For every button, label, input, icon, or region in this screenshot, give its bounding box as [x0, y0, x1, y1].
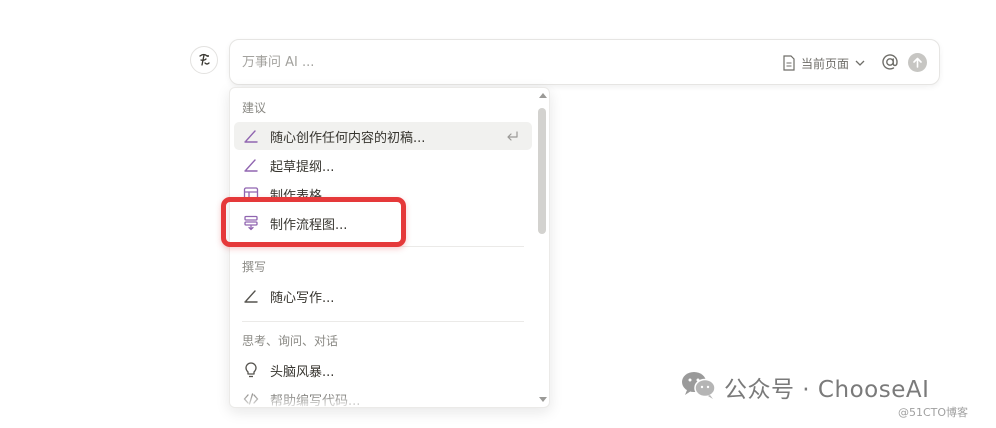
- notion-ai-face-icon: [199, 53, 210, 66]
- menu-scrollbar[interactable]: [535, 88, 549, 407]
- section-title-suggestions: 建议: [242, 101, 267, 115]
- mention-button[interactable]: [880, 52, 900, 72]
- ai-prompt-bar: 当前页面: [229, 39, 940, 85]
- scroll-down-arrow-icon[interactable]: [539, 397, 547, 402]
- ai-suggestion-menu: 建议 随心创作任何内容的初稿... 起草提纲... 制作表格... 制作流程图.…: [229, 87, 550, 408]
- wechat-logo-icon: [680, 370, 718, 400]
- menu-item-draft-outline[interactable]: 起草提纲...: [234, 151, 532, 179]
- ai-prompt-input[interactable]: [242, 52, 662, 72]
- scrollbar-thumb[interactable]: [538, 108, 546, 234]
- enter-return-icon: [507, 131, 518, 141]
- menu-item-brainstorm[interactable]: 头脑风暴...: [234, 356, 532, 384]
- watermark-text: 公众号 · ChooseAI: [724, 377, 930, 403]
- highlight-annotation: [221, 197, 406, 247]
- section-title-write: 撰写: [242, 260, 267, 274]
- code-icon: [242, 390, 260, 407]
- section-title-think: 思考、询问、对话: [242, 334, 339, 348]
- lightbulb-icon: [242, 361, 260, 379]
- menu-divider: [242, 321, 524, 322]
- chevron-down-icon: [855, 60, 865, 66]
- menu-item-help-code[interactable]: 帮助编写代码...: [234, 385, 532, 407]
- pen-icon: [242, 127, 260, 145]
- menu-item-freewrite[interactable]: 随心写作...: [234, 282, 532, 310]
- context-page-button[interactable]: 当前页面: [782, 52, 866, 74]
- at-icon: [882, 54, 898, 70]
- scroll-up-arrow-icon[interactable]: [539, 93, 547, 98]
- context-label: 当前页面: [801, 56, 850, 71]
- send-button[interactable]: [908, 53, 927, 72]
- watermark-small-text: @51CTO博客: [898, 406, 969, 419]
- menu-item-draft-anything[interactable]: 随心创作任何内容的初稿...: [234, 122, 532, 150]
- page-icon: [783, 55, 795, 71]
- ai-avatar: [190, 46, 218, 74]
- pen-icon: [242, 287, 260, 305]
- send-arrow-up-icon: [908, 53, 927, 72]
- pen-icon: [242, 156, 260, 174]
